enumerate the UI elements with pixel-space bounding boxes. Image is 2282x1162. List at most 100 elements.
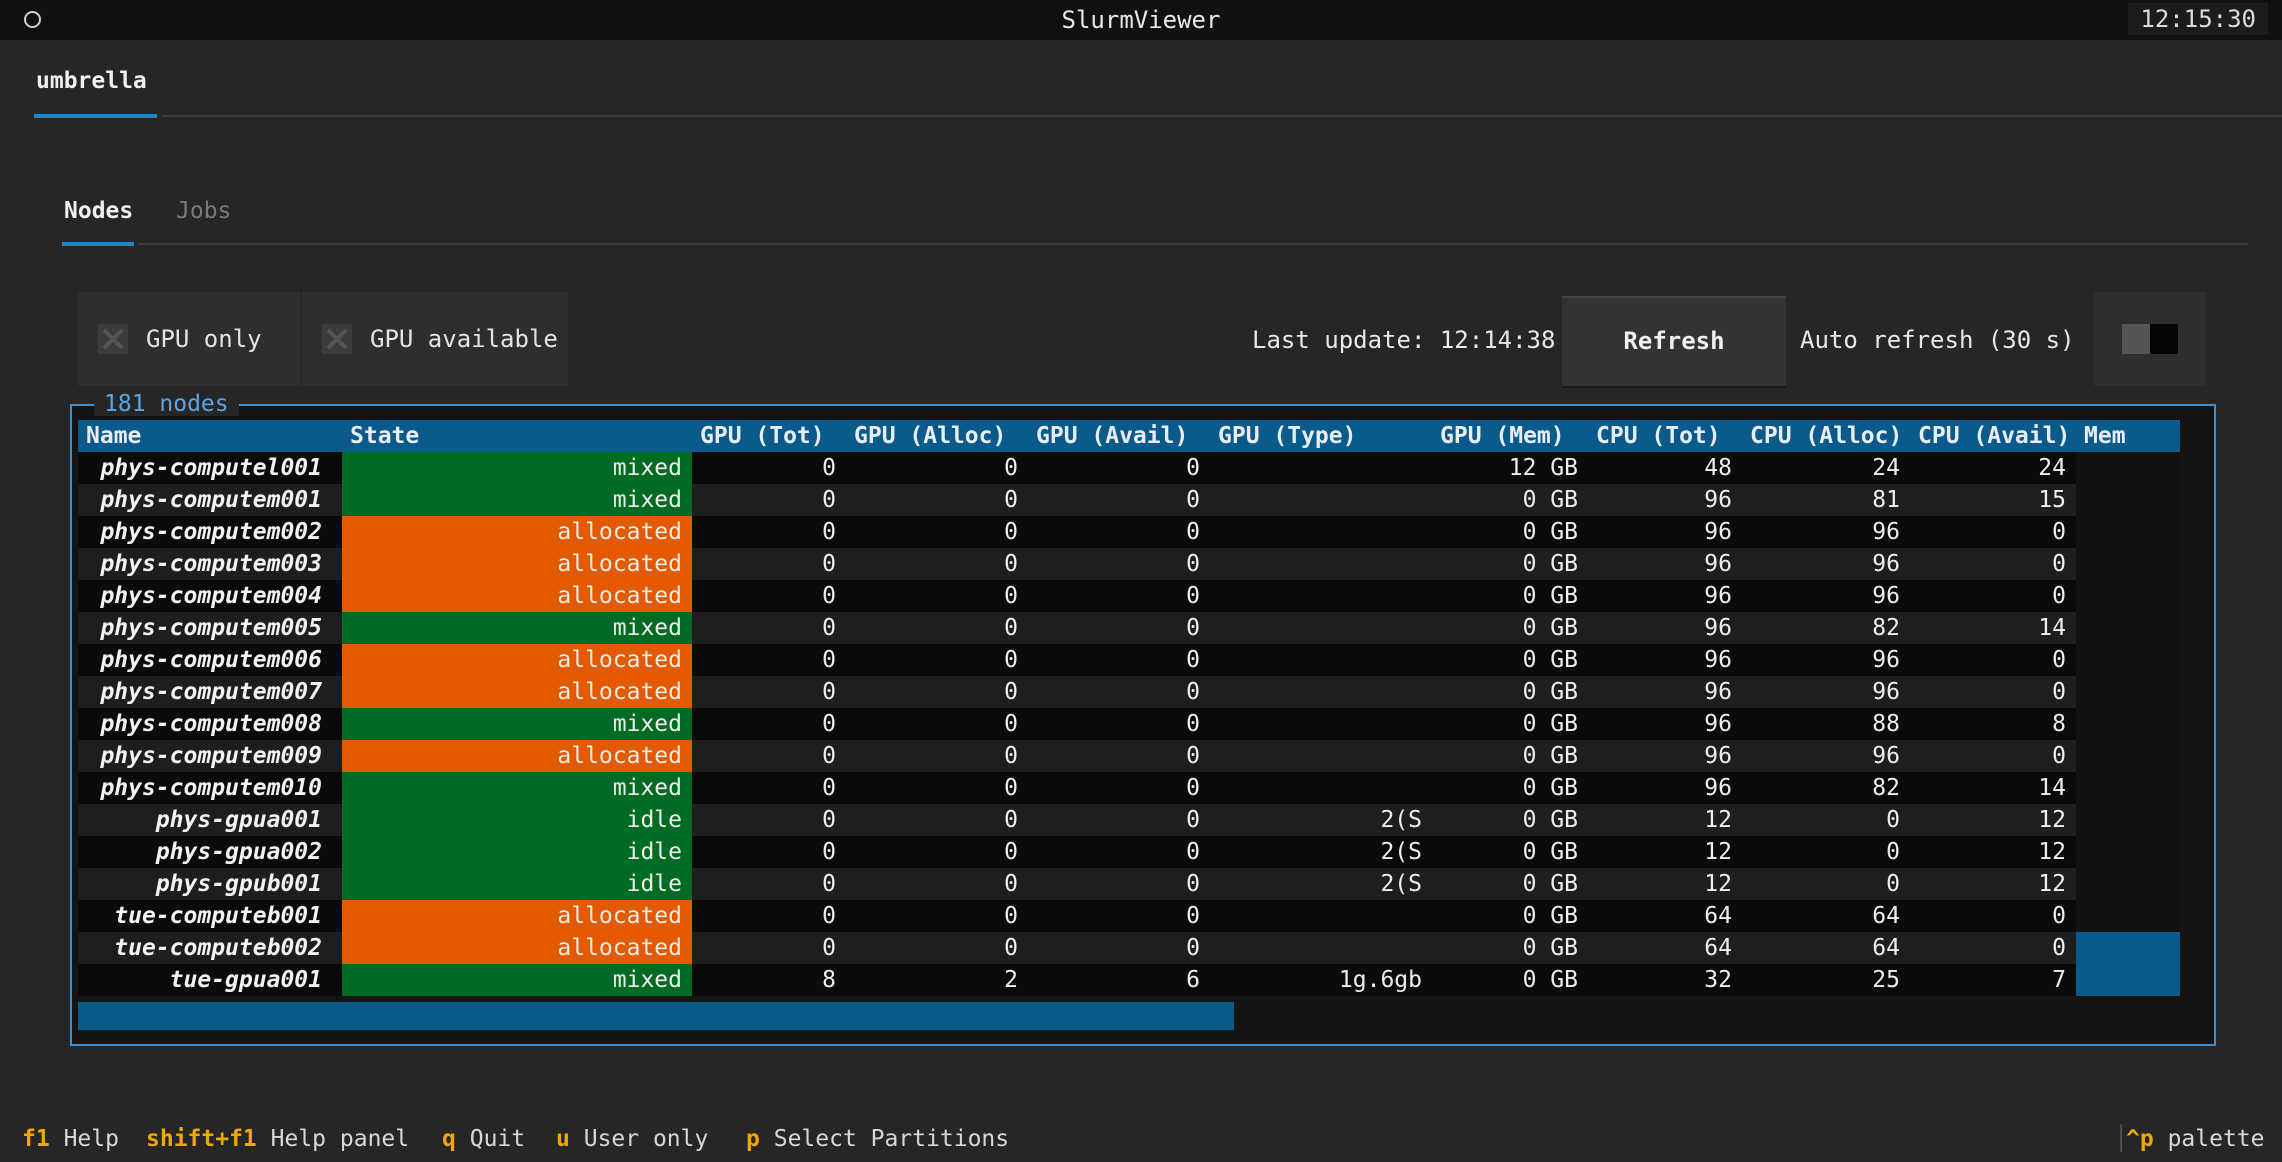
table-cell-mem bbox=[2076, 740, 2180, 772]
node-name-cell: phys-computem004 bbox=[78, 580, 342, 612]
footer-key: p bbox=[746, 1126, 760, 1152]
column-header[interactable]: GPU (Tot) bbox=[692, 420, 846, 452]
table-cell: 0 bbox=[846, 548, 1028, 580]
node-state-cell: mixed bbox=[342, 452, 692, 484]
table-row[interactable]: phys-computem003 allocated 0 0 0 0 GB 96 96 0 bbox=[78, 548, 2180, 580]
table-cell: 0 bbox=[846, 740, 1028, 772]
table-cell-mem bbox=[2076, 580, 2180, 612]
table-row[interactable]: phys-computem007 allocated 0 0 0 0 GB 96 96 0 bbox=[78, 676, 2180, 708]
table-row[interactable]: phys-computem009 allocated 0 0 0 0 GB 96 96 0 bbox=[78, 740, 2180, 772]
column-header[interactable]: CPU (Tot) bbox=[1588, 420, 1742, 452]
table-cell: 1g.6gb bbox=[1210, 964, 1432, 996]
table-cell: 0 bbox=[692, 580, 846, 612]
column-header[interactable]: State bbox=[342, 420, 692, 452]
column-header[interactable]: GPU (Alloc) bbox=[846, 420, 1028, 452]
table-cell: 82 bbox=[1742, 612, 1910, 644]
column-header[interactable]: GPU (Mem) bbox=[1432, 420, 1588, 452]
table-cell bbox=[1210, 516, 1432, 548]
table-cell: 0 bbox=[846, 804, 1028, 836]
table-row[interactable]: tue-gpua001 mixed 8 2 6 1g.6gb 0 GB 32 25 7 bbox=[78, 964, 2180, 996]
footer-binding[interactable]: q Quit bbox=[442, 1126, 525, 1152]
table-cell: 0 bbox=[1028, 868, 1210, 900]
tab-umbrella[interactable]: umbrella bbox=[36, 68, 147, 94]
node-count: 181 nodes bbox=[94, 392, 239, 416]
table-cell: 96 bbox=[1588, 676, 1742, 708]
table-cell: 0 bbox=[692, 900, 846, 932]
table-row[interactable]: phys-computem010 mixed 0 0 0 0 GB 96 82 14 bbox=[78, 772, 2180, 804]
table-row[interactable]: phys-computem005 mixed 0 0 0 0 GB 96 82 14 bbox=[78, 612, 2180, 644]
column-header[interactable]: Mem bbox=[2076, 420, 2180, 452]
tab-nodes[interactable]: Nodes bbox=[64, 198, 133, 224]
node-name-cell: phys-computem003 bbox=[78, 548, 342, 580]
refresh-button[interactable]: Refresh bbox=[1562, 296, 1786, 388]
table-cell: 0 bbox=[1028, 612, 1210, 644]
table-cell: 0 GB bbox=[1432, 708, 1588, 740]
table-cell: 0 bbox=[692, 868, 846, 900]
tab-jobs[interactable]: Jobs bbox=[176, 198, 231, 224]
table-cell-mem bbox=[2076, 516, 2180, 548]
column-header[interactable]: CPU (Alloc) bbox=[1742, 420, 1910, 452]
table-cell: 64 bbox=[1588, 932, 1742, 964]
footer-label: Help panel bbox=[270, 1126, 410, 1152]
node-name-cell: phys-gpub001 bbox=[78, 868, 342, 900]
table-cell: 24 bbox=[1910, 452, 2076, 484]
table-row[interactable]: phys-gpua001 idle 0 0 0 2(S 0 GB 12 0 12 bbox=[78, 804, 2180, 836]
table-cell bbox=[1210, 932, 1432, 964]
table-cell: 25 bbox=[1742, 964, 1910, 996]
table-cell: 0 bbox=[1028, 452, 1210, 484]
gpu-only-checkbox[interactable]: GPU only bbox=[78, 292, 300, 386]
table-row[interactable]: tue-computeb002 allocated 0 0 0 0 GB 64 64 0 bbox=[78, 932, 2180, 964]
table-cell: 96 bbox=[1588, 484, 1742, 516]
horizontal-scrollbar-thumb[interactable] bbox=[78, 1002, 1234, 1030]
table-cell-mem bbox=[2076, 900, 2180, 932]
table-row[interactable]: phys-computem001 mixed 0 0 0 0 GB 96 81 15 bbox=[78, 484, 2180, 516]
table-cell: 0 bbox=[1910, 580, 2076, 612]
auto-refresh-switch[interactable] bbox=[2094, 292, 2206, 386]
table-row[interactable]: phys-computem006 allocated 0 0 0 0 GB 96 96 0 bbox=[78, 644, 2180, 676]
nodes-table-viewport[interactable]: Name State GPU (Tot) GPU (Alloc) GPU (Avail)… bbox=[78, 420, 2180, 1030]
footer-binding[interactable]: u User only bbox=[556, 1126, 708, 1152]
table-row[interactable]: phys-gpub001 idle 0 0 0 2(S 0 GB 12 0 12 bbox=[78, 868, 2180, 900]
table-cell: 2(S bbox=[1210, 804, 1432, 836]
footer-label: Help bbox=[63, 1126, 119, 1152]
table-row[interactable]: phys-computem004 allocated 0 0 0 0 GB 96 96 0 bbox=[78, 580, 2180, 612]
column-header[interactable]: Name bbox=[78, 420, 342, 452]
title-bar: SlurmViewer 12:15:30 bbox=[0, 0, 2282, 40]
node-state-cell: mixed bbox=[342, 612, 692, 644]
column-header[interactable]: GPU (Type) bbox=[1210, 420, 1432, 452]
column-header[interactable]: GPU (Avail) bbox=[1028, 420, 1210, 452]
table-cell: 96 bbox=[1742, 548, 1910, 580]
table-row[interactable]: phys-gpua002 idle 0 0 0 2(S 0 GB 12 0 12 bbox=[78, 836, 2180, 868]
checkbox-x-icon bbox=[322, 324, 352, 354]
node-name-cell: phys-computem001 bbox=[78, 484, 342, 516]
table-cell: 0 bbox=[846, 900, 1028, 932]
gpu-only-label: GPU only bbox=[146, 325, 262, 353]
footer-binding[interactable]: p Select Partitions bbox=[746, 1126, 1009, 1152]
table-cell: 96 bbox=[1588, 516, 1742, 548]
gpu-available-label: GPU available bbox=[370, 325, 558, 353]
table-row[interactable]: tue-computeb001 allocated 0 0 0 0 GB 64 64 0 bbox=[78, 900, 2180, 932]
table-row[interactable]: phys-computel001 mixed 0 0 0 12 GB 48 24 24 bbox=[78, 452, 2180, 484]
horizontal-scrollbar[interactable] bbox=[78, 1002, 2180, 1030]
table-cell: 15 bbox=[1910, 484, 2076, 516]
table-cell: 12 bbox=[1588, 836, 1742, 868]
footer-binding[interactable]: f1 Help bbox=[22, 1126, 119, 1152]
table-cell: 0 bbox=[692, 548, 846, 580]
table-row[interactable]: phys-computem002 allocated 0 0 0 0 GB 96 96 0 bbox=[78, 516, 2180, 548]
table-cell bbox=[1210, 676, 1432, 708]
key-bindings-footer: ▕ f1 Help shift+f1 Help panel q Quit u User… bbox=[0, 1122, 2282, 1162]
table-cell: 14 bbox=[1910, 772, 2076, 804]
table-row[interactable]: phys-computem008 mixed 0 0 0 0 GB 96 88 8 bbox=[78, 708, 2180, 740]
footer-binding[interactable]: shift+f1 Help panel bbox=[146, 1126, 409, 1152]
gpu-available-checkbox[interactable]: GPU available bbox=[302, 292, 568, 386]
footer-binding[interactable]: ^p palette bbox=[2126, 1126, 2265, 1152]
table-cell: 96 bbox=[1588, 580, 1742, 612]
node-name-cell: phys-computem005 bbox=[78, 612, 342, 644]
node-state-cell: idle bbox=[342, 868, 692, 900]
table-cell bbox=[1210, 772, 1432, 804]
app-window: SlurmViewer 12:15:30 umbrella Nodes Jobs… bbox=[0, 0, 2282, 1162]
last-update-text: Last update: 12:14:38 bbox=[1252, 326, 1556, 354]
table-cell: 0 bbox=[1910, 548, 2076, 580]
column-header[interactable]: CPU (Avail) bbox=[1910, 420, 2076, 452]
table-cell: 0 GB bbox=[1432, 676, 1588, 708]
